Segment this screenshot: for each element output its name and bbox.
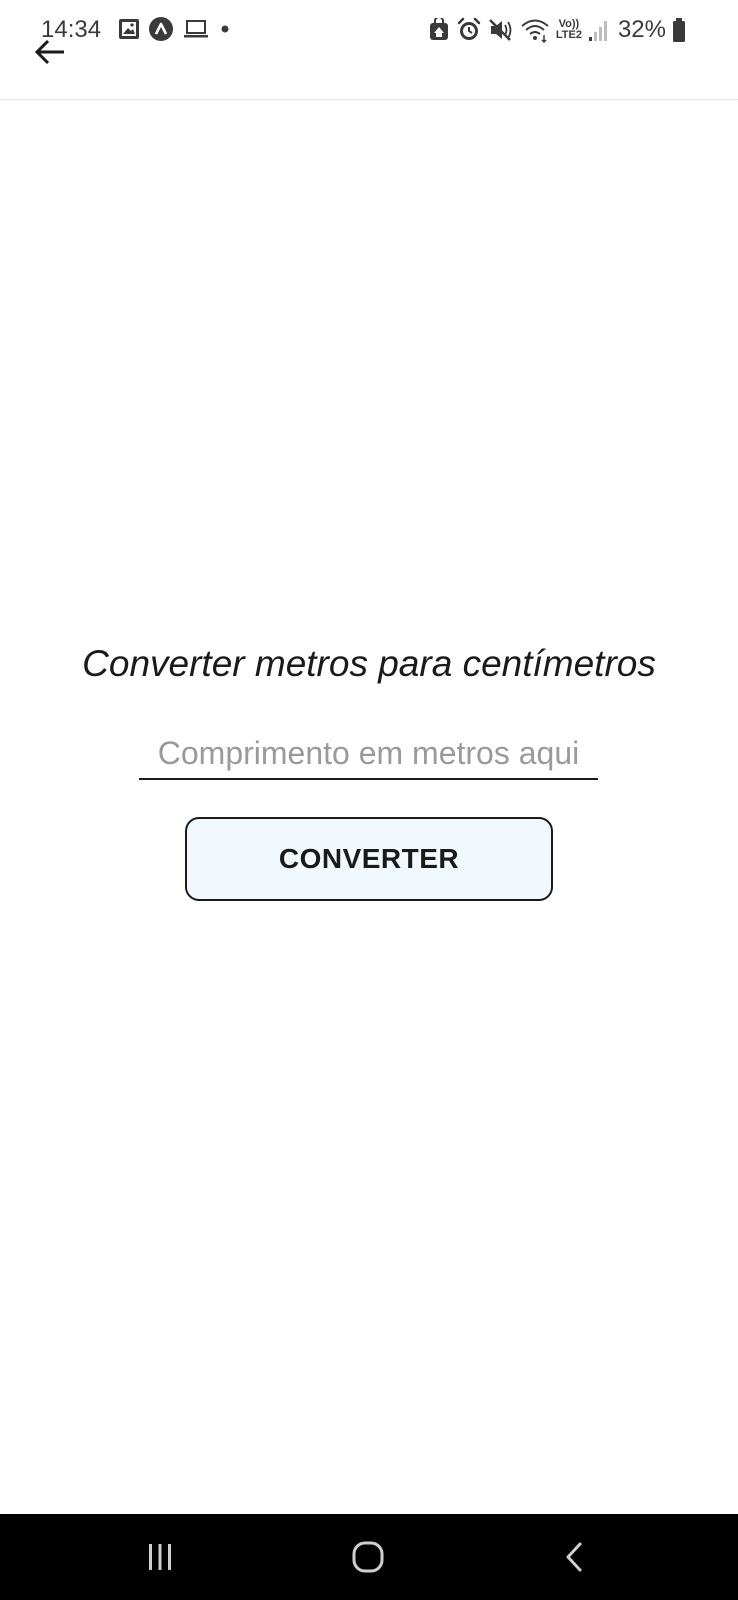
- page-title: Converter metros para centímetros: [82, 643, 656, 684]
- recents-icon: [145, 1542, 175, 1572]
- back-button[interactable]: [32, 34, 68, 70]
- recents-button[interactable]: [110, 1514, 210, 1600]
- app-bar: [0, 0, 738, 100]
- arrow-left-icon: [34, 38, 66, 66]
- navigation-bar: [0, 1514, 738, 1600]
- home-icon: [351, 1540, 385, 1574]
- meters-input[interactable]: [139, 732, 598, 780]
- nav-back-button[interactable]: [525, 1514, 625, 1600]
- back-icon: [563, 1541, 587, 1573]
- convert-button[interactable]: CONVERTER: [185, 817, 553, 901]
- home-button[interactable]: [318, 1514, 418, 1600]
